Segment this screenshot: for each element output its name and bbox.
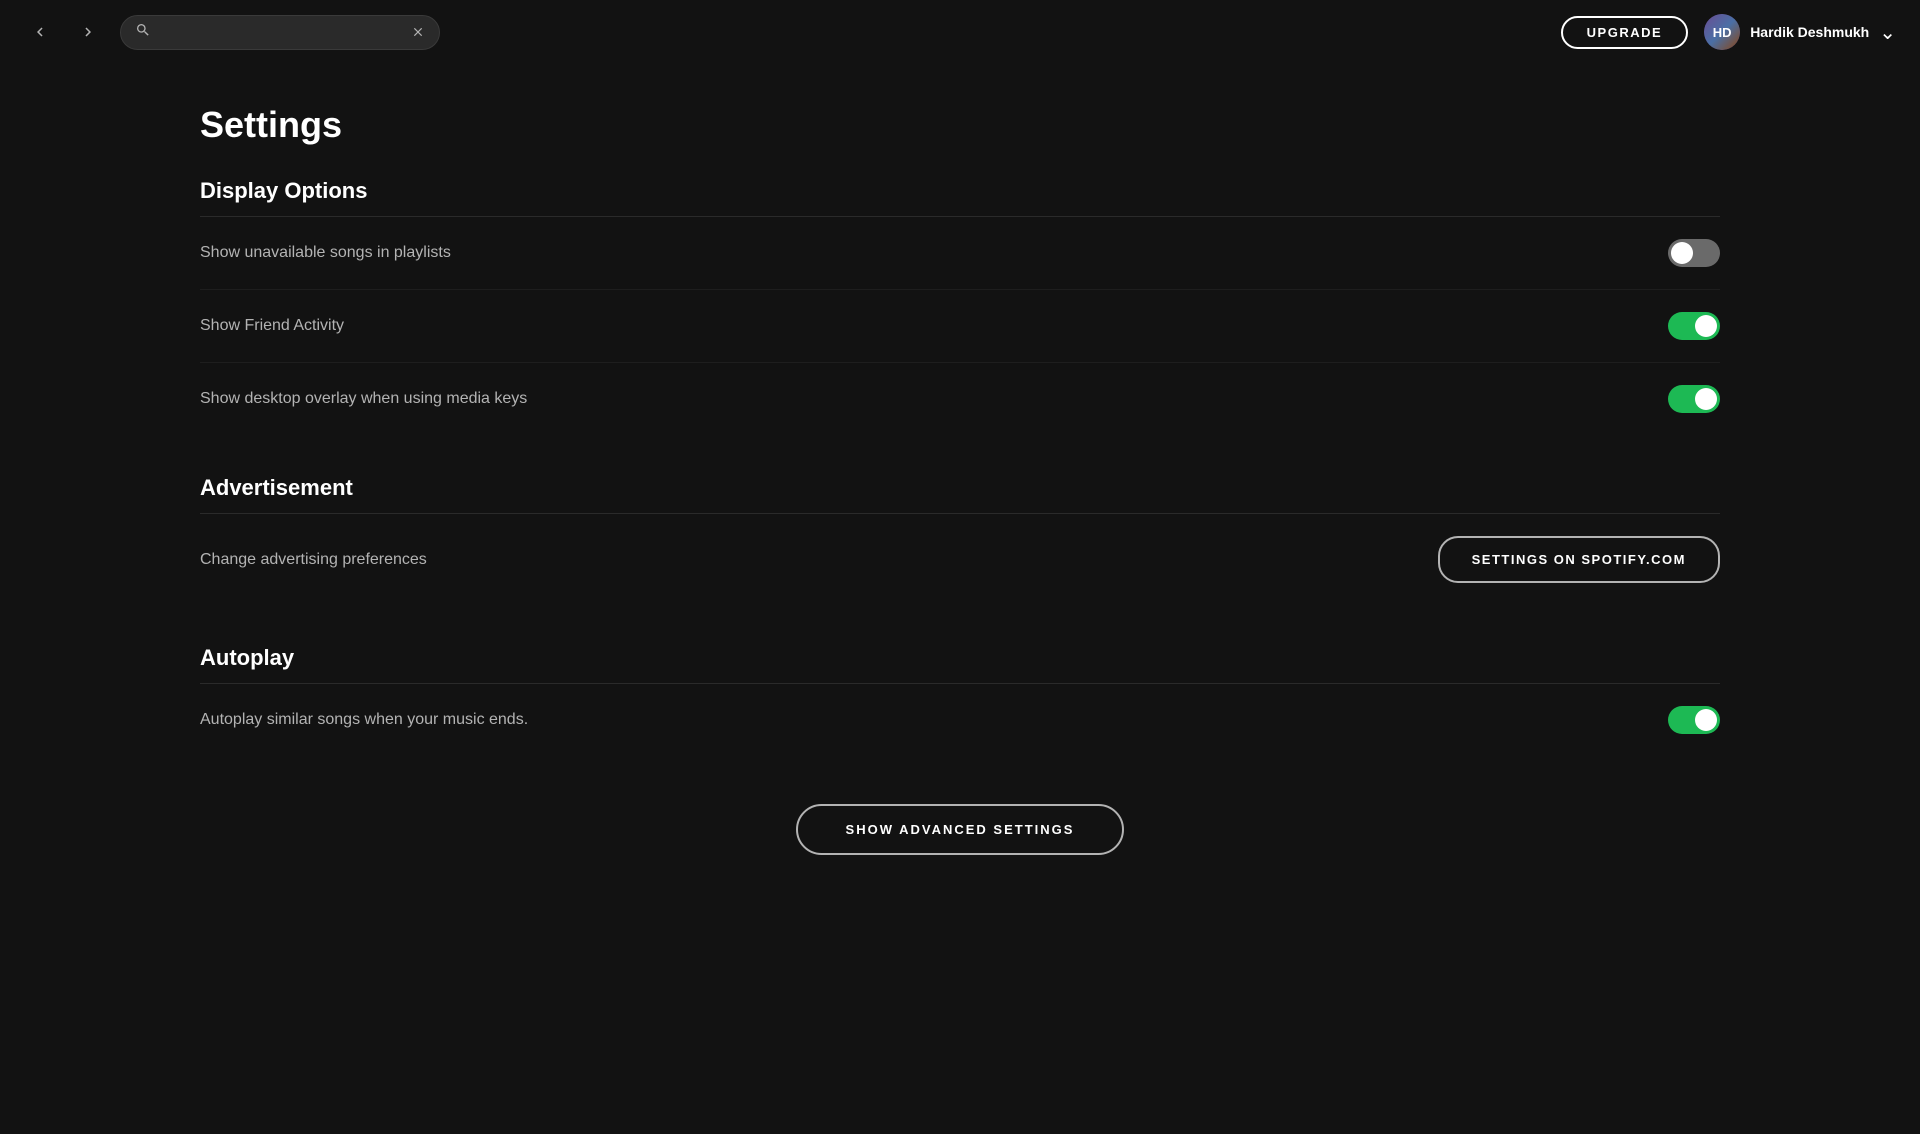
show-advanced-settings-button[interactable]: SHOW ADVANCED SETTINGS: [796, 804, 1125, 855]
autoplay-similar-songs-label: Autoplay similar songs when your music e…: [200, 711, 528, 729]
change-advertising-preferences-label: Change advertising preferences: [200, 551, 427, 569]
clear-search-button[interactable]: [411, 25, 425, 39]
show-desktop-overlay-track[interactable]: [1668, 385, 1720, 413]
show-friend-activity-row: Show Friend Activity: [200, 290, 1720, 363]
nav-bar: UPGRADE HD Hardik Deshmukh ⌄: [0, 0, 1920, 64]
user-name-label: Hardik Deshmukh: [1750, 24, 1869, 40]
show-friend-activity-toggle[interactable]: [1668, 312, 1720, 340]
search-input[interactable]: [159, 24, 403, 40]
autoplay-similar-songs-row: Autoplay similar songs when your music e…: [200, 684, 1720, 756]
show-desktop-overlay-toggle[interactable]: [1668, 385, 1720, 413]
advertisement-header: Advertisement: [200, 475, 1720, 514]
nav-right: UPGRADE HD Hardik Deshmukh ⌄: [1561, 14, 1896, 50]
show-friend-activity-track[interactable]: [1668, 312, 1720, 340]
advertisement-section: Advertisement Change advertising prefere…: [200, 475, 1720, 605]
avatar: HD: [1704, 14, 1740, 50]
show-unavailable-songs-label: Show unavailable songs in playlists: [200, 244, 451, 262]
autoplay-similar-songs-thumb: [1695, 709, 1717, 731]
chevron-left-icon: [31, 23, 49, 41]
search-bar: [120, 15, 440, 50]
advertisement-title: Advertisement: [200, 475, 1720, 514]
show-unavailable-songs-toggle[interactable]: [1668, 239, 1720, 267]
show-friend-activity-label: Show Friend Activity: [200, 317, 344, 335]
autoplay-similar-songs-toggle[interactable]: [1668, 706, 1720, 734]
nav-back-button[interactable]: [24, 16, 56, 48]
display-options-section: Display Options Show unavailable songs i…: [200, 178, 1720, 435]
avatar-image: HD: [1704, 14, 1740, 50]
user-menu[interactable]: HD Hardik Deshmukh ⌄: [1704, 14, 1896, 50]
show-desktop-overlay-row: Show desktop overlay when using media ke…: [200, 363, 1720, 435]
autoplay-similar-songs-track[interactable]: [1668, 706, 1720, 734]
show-unavailable-songs-thumb: [1671, 242, 1693, 264]
show-desktop-overlay-label: Show desktop overlay when using media ke…: [200, 390, 527, 408]
upgrade-button[interactable]: UPGRADE: [1561, 16, 1689, 49]
autoplay-section: Autoplay Autoplay similar songs when you…: [200, 645, 1720, 756]
page-title: Settings: [200, 104, 1720, 146]
nav-arrows: [24, 16, 104, 48]
show-friend-activity-thumb: [1695, 315, 1717, 337]
main-content: Settings Display Options Show unavailabl…: [0, 0, 1920, 955]
change-advertising-preferences-row: Change advertising preferences SETTINGS …: [200, 514, 1720, 605]
chevron-right-icon: [79, 23, 97, 41]
show-desktop-overlay-thumb: [1695, 388, 1717, 410]
display-options-title: Display Options: [200, 178, 1720, 217]
display-options-header: Display Options: [200, 178, 1720, 217]
show-unavailable-songs-track[interactable]: [1668, 239, 1720, 267]
settings-on-spotify-button[interactable]: SETTINGS ON SPOTIFY.COM: [1438, 536, 1720, 583]
autoplay-title: Autoplay: [200, 645, 1720, 684]
advanced-settings-container: SHOW ADVANCED SETTINGS: [200, 804, 1720, 855]
show-unavailable-songs-row: Show unavailable songs in playlists: [200, 217, 1720, 290]
nav-forward-button[interactable]: [72, 16, 104, 48]
autoplay-header: Autoplay: [200, 645, 1720, 684]
search-icon: [135, 22, 151, 43]
user-menu-chevron-icon: ⌄: [1879, 20, 1896, 45]
